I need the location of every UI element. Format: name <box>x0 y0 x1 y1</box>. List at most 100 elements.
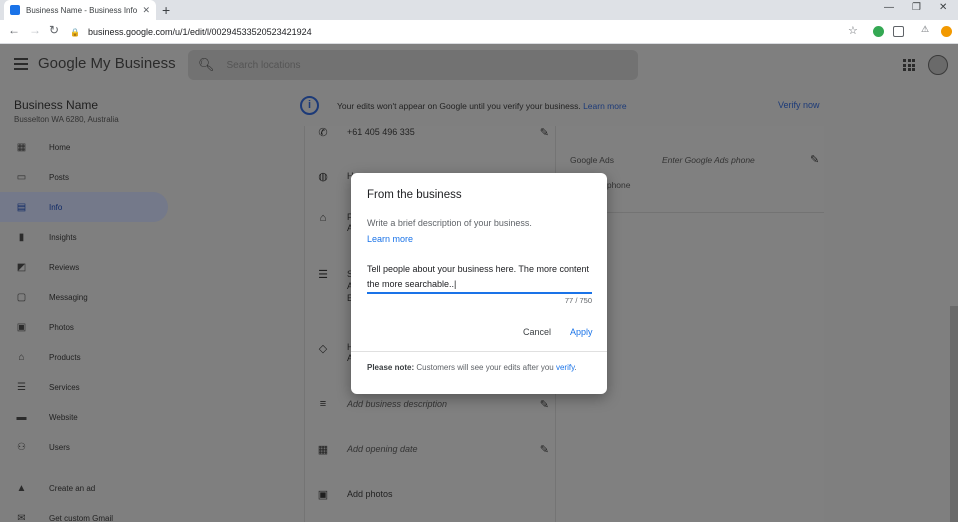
sidebar-item-label: Users <box>49 442 70 452</box>
sidebar-item-label: Posts <box>49 172 70 182</box>
banner-text: Your edits won't appear on Google until … <box>337 101 627 111</box>
new-tab-button[interactable]: + <box>162 2 170 18</box>
bookmark-star-icon[interactable]: ☆ <box>848 24 858 37</box>
google-my-business-logo[interactable]: Google My Business <box>38 55 176 72</box>
sidebar-item-home[interactable]: ▦ Home <box>0 132 168 162</box>
dialog-divider <box>351 351 607 352</box>
sidebar-item-messaging[interactable]: ▢ Messaging <box>0 282 168 312</box>
sidebar-item-label: Get custom Gmail <box>49 513 114 522</box>
description-dialog: From the business Write a brief descript… <box>351 173 607 394</box>
description-textarea[interactable]: Tell people about your business here. Th… <box>367 262 592 292</box>
dashboard-icon: ▦ <box>16 141 27 153</box>
verify-now-button[interactable]: Verify now <box>778 100 820 110</box>
sidebar-item-posts[interactable]: ▭ Posts <box>0 162 168 192</box>
search-icon: 🔍︎ <box>198 57 215 72</box>
phone-icon: ✆ <box>318 126 328 139</box>
phone-row[interactable]: ✆ +61 405 496 335 ✎ <box>317 122 549 142</box>
maximize-icon[interactable]: ❐ <box>912 2 921 13</box>
sidebar-item-info[interactable]: ▤ Info <box>0 192 168 222</box>
tab-title: Business Name - Business Info <box>26 5 138 15</box>
info-icon: i <box>300 96 319 115</box>
browser-tab[interactable]: Business Name - Business Info ✕ <box>4 0 156 20</box>
business-favicon-icon <box>10 5 20 15</box>
dialog-subtitle: Write a brief description of your busine… <box>367 218 532 228</box>
sidebar-item-label: Reviews <box>49 262 80 272</box>
business-name: Business Name <box>14 98 99 112</box>
sidebar-item-label: Website <box>49 412 78 422</box>
sidebar-item-create-ad[interactable]: ▲ Create an ad <box>0 473 168 503</box>
posts-icon: ▭ <box>16 171 27 183</box>
sidebar-item-label: Home <box>49 142 71 152</box>
minimize-icon[interactable]: — <box>884 2 894 13</box>
forward-icon[interactable]: → <box>29 23 41 37</box>
search-bar: 🔍︎ <box>188 50 638 80</box>
sidebar-item-label: Products <box>49 352 81 362</box>
logo-google-text: Google <box>38 55 87 72</box>
textarea-underline <box>367 292 592 294</box>
basket-icon: ⌂ <box>18 351 25 363</box>
sidebar-item-website[interactable]: ▬ Website <box>0 402 168 432</box>
sidebar-item-label: Info <box>49 202 63 212</box>
add-user-icon: ⚇ <box>17 441 26 453</box>
sidebar-item-reviews[interactable]: ◩ Reviews <box>0 252 168 282</box>
sidebar-item-services[interactable]: ☰ Services <box>0 372 168 402</box>
character-count: 77 / 750 <box>564 296 592 305</box>
mail-icon: ✉ <box>17 512 26 522</box>
menu-icon[interactable] <box>14 58 28 73</box>
opening-date-row[interactable]: ▦ Add opening date ✎ <box>317 439 549 459</box>
sidebar-item-products[interactable]: ⌂ Products <box>0 342 168 372</box>
close-window-icon[interactable]: ✕ <box>939 2 947 13</box>
verify-banner: i Your edits won't appear on Google unti… <box>176 86 946 126</box>
google-ads-phone-value: Enter Google Ads phone <box>662 155 755 165</box>
banner-message: Your edits won't appear on Google until … <box>337 101 581 111</box>
description-row[interactable]: ≡ Add business description ✎ <box>317 394 549 414</box>
edit-pencil-icon[interactable]: ✎ <box>540 398 549 411</box>
notes-icon: ≡ <box>319 398 327 410</box>
edit-pencil-icon[interactable]: ✎ <box>540 443 549 456</box>
note-end: . <box>574 363 577 372</box>
sidebar-item-photos[interactable]: ▣ Photos <box>0 312 168 342</box>
dialog-learn-more-link[interactable]: Learn more <box>367 234 413 244</box>
apply-button[interactable]: Apply <box>570 327 593 337</box>
warning-extension-icon[interactable]: ⚠ <box>921 24 932 35</box>
storefront-icon: ▤ <box>16 201 27 213</box>
add-photos-row[interactable]: ▣ Add photos <box>317 484 549 504</box>
banner-learn-more-link[interactable]: Learn more <box>583 101 626 111</box>
sidebar-item-label: Messaging <box>49 292 88 302</box>
note-text: Customers will see your edits after you <box>414 363 556 372</box>
reload-icon[interactable]: ↻ <box>49 23 59 37</box>
list-icon: ☰ <box>318 269 328 281</box>
add-opening-date-label: Add opening date <box>347 444 418 454</box>
calendar-icon: ▦ <box>317 443 329 456</box>
account-avatar[interactable] <box>928 55 948 75</box>
reviews-icon: ◩ <box>16 261 27 273</box>
message-icon: ▢ <box>16 291 27 303</box>
note-bold: Please note: <box>367 363 415 372</box>
search-input[interactable] <box>226 59 607 71</box>
note-verify-link[interactable]: verify <box>556 363 575 372</box>
tag-icon: ◇ <box>318 343 328 355</box>
profile-alert-icon[interactable] <box>941 26 952 37</box>
edit-pencil-icon[interactable]: ✎ <box>540 126 549 139</box>
edit-pencil-icon[interactable]: ✎ <box>810 153 819 166</box>
url-field[interactable]: 🔒 business.google.com/u/1/edit/l/0029453… <box>70 23 870 41</box>
browser-tab-bar: Business Name - Business Info ✕ + — ❐ ✕ <box>0 0 958 20</box>
add-description-label: Add business description <box>347 399 448 409</box>
business-address: Busselton WA 6280, Australia <box>14 115 119 124</box>
sidebar-item-users[interactable]: ⚇ Users <box>0 432 168 462</box>
grammarly-extension-icon[interactable] <box>873 26 884 37</box>
sidebar-item-custom-gmail[interactable]: ✉ Get custom Gmail <box>0 503 168 522</box>
close-tab-icon[interactable]: ✕ <box>142 5 150 16</box>
page-scrollbar[interactable] <box>950 306 958 522</box>
apps-grid-icon[interactable] <box>903 59 915 71</box>
add-photo-icon: ▣ <box>317 488 329 501</box>
back-icon[interactable]: ← <box>8 23 20 37</box>
shield-extension-icon[interactable] <box>893 26 904 37</box>
cancel-button[interactable]: Cancel <box>523 327 551 337</box>
photos-icon: ▣ <box>16 321 27 333</box>
sidebar-item-label: Services <box>49 382 80 392</box>
ads-icon: ▲ <box>16 482 27 494</box>
list-icon: ☰ <box>17 381 26 393</box>
sidebar-item-insights[interactable]: ▮ Insights <box>0 222 168 252</box>
add-photos-label: Add photos <box>347 489 393 499</box>
